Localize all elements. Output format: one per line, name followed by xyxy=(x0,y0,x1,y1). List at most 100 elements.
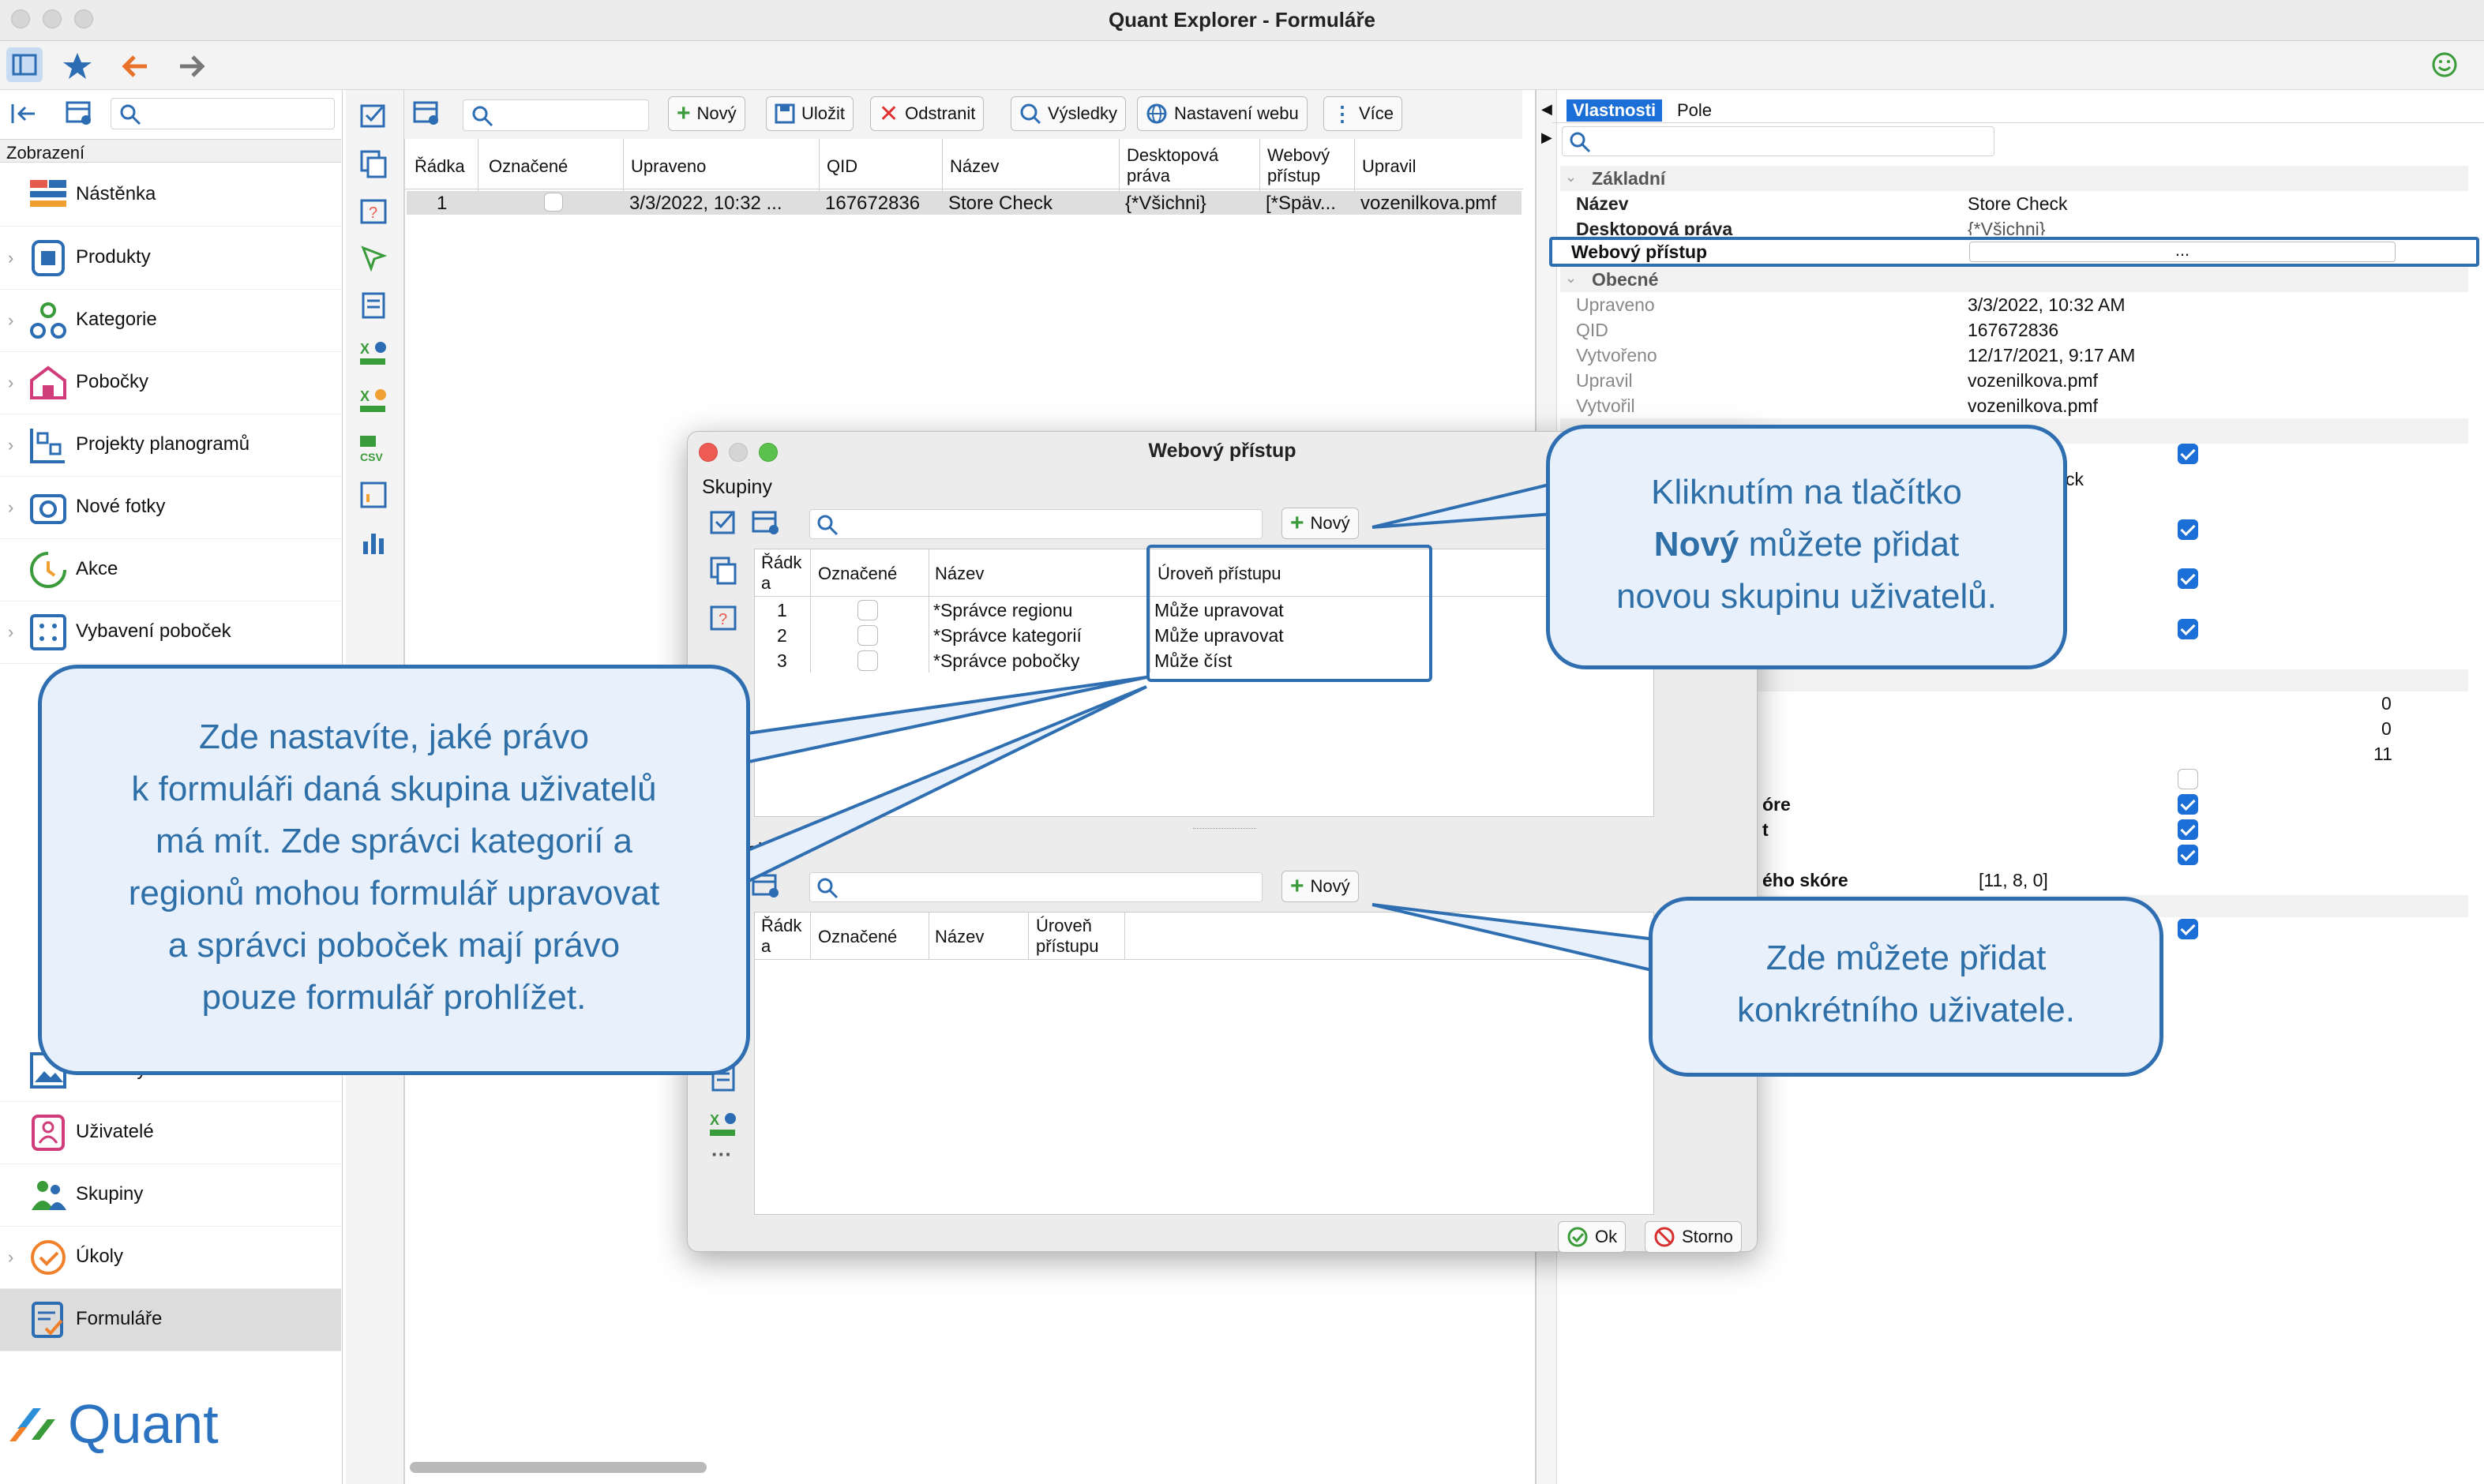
sidebar-item-akce[interactable]: Akce xyxy=(0,539,341,601)
ok-button[interactable]: Ok xyxy=(1558,1221,1627,1253)
column-header-name[interactable]: Název xyxy=(935,927,984,947)
prop-row-vytvoril[interactable]: Vytvořil vozenilkova.pmf xyxy=(1560,393,2465,418)
check-all-icon[interactable] xyxy=(358,101,390,133)
delete-button[interactable]: ✕ Odstranit xyxy=(870,96,985,131)
star-icon[interactable] xyxy=(62,51,93,82)
cursor-icon[interactable] xyxy=(358,243,390,275)
prop-row-qid[interactable]: QID 167672836 xyxy=(1560,317,2465,343)
prop-row-upraveno[interactable]: Upraveno 3/3/2022, 10:32 AM xyxy=(1560,292,2465,317)
save-button[interactable]: Uložit xyxy=(766,96,854,131)
column-header-qid[interactable]: QID xyxy=(827,156,857,177)
prop-checkbox[interactable] xyxy=(2178,794,2198,815)
sidebar-item-ukoly[interactable]: › Úkoly xyxy=(0,1227,341,1289)
row-checkbox[interactable] xyxy=(857,650,878,671)
back-arrow-icon[interactable] xyxy=(120,52,152,81)
sidebar-item-kategorie[interactable]: › Kategorie xyxy=(0,290,341,352)
cancel-button[interactable]: Storno xyxy=(1645,1221,1742,1253)
prop-checkbox[interactable] xyxy=(2178,919,2198,939)
horizontal-scrollbar[interactable] xyxy=(410,1462,707,1473)
chevron-left-icon[interactable]: ◀ xyxy=(1541,101,1552,118)
prop-row-vytvoreno[interactable]: Vytvořeno 12/17/2021, 9:17 AM xyxy=(1560,343,2465,368)
sidebar-item-produkty[interactable]: › Produkty xyxy=(0,227,341,290)
column-header-upravil[interactable]: Upravil xyxy=(1362,156,1416,177)
column-header-checked[interactable]: Označené xyxy=(818,564,897,584)
prop-row-upravil[interactable]: Upravil vozenilkova.pmf xyxy=(1560,368,2465,393)
row-checkbox[interactable] xyxy=(857,625,878,646)
column-header-radka[interactable]: Řádka xyxy=(415,156,465,177)
sidebar-item-uzivatele[interactable]: Uživatelé xyxy=(0,1102,341,1164)
sidebar-item-skupiny[interactable]: Skupiny xyxy=(0,1164,341,1227)
column-header-name[interactable]: Název xyxy=(935,564,984,584)
groups-new-button[interactable]: + Nový xyxy=(1281,508,1359,539)
prop-row-desktop[interactable]: Desktopová práva {*Všichni} xyxy=(1560,216,2465,235)
prop-checkbox[interactable] xyxy=(2178,845,2198,865)
prop-checkbox[interactable] xyxy=(2178,444,2198,464)
props-group-basic[interactable]: ⌄ Základní xyxy=(1560,166,2468,191)
button-label: Nový xyxy=(696,103,737,123)
collapse-tree-icon[interactable] xyxy=(9,99,38,128)
column-header-row[interactable]: Řádk a xyxy=(761,553,801,594)
row-checkbox[interactable] xyxy=(544,193,563,212)
sidebar-item-projekty-planogramu[interactable]: › Projekty planogramů xyxy=(0,414,341,477)
column-header-level[interactable]: Úroveň přístupu xyxy=(1036,916,1099,957)
csv-icon[interactable]: CSV xyxy=(358,433,390,464)
props-group-general[interactable]: ⌄ Obecné xyxy=(1560,267,2468,292)
tab-vlastnosti[interactable]: Vlastnosti xyxy=(1567,99,1663,122)
sidebar-item-nastenka[interactable]: Nástěnka xyxy=(0,164,341,227)
web-settings-button[interactable]: Nastavení webu xyxy=(1137,96,1308,131)
prop-checkbox[interactable] xyxy=(2178,619,2198,639)
split-pane-divider[interactable] xyxy=(1193,828,1256,834)
sidebar-item-vybaveni-pobocek[interactable]: › Vybavení poboček xyxy=(0,601,341,664)
sidebar-item-pobocky[interactable]: › Pobočky xyxy=(0,352,341,414)
copy-icon[interactable] xyxy=(358,148,390,180)
table-settings-icon[interactable] xyxy=(751,508,782,539)
prop-checkbox[interactable] xyxy=(2178,819,2198,840)
new-button[interactable]: + Nový xyxy=(668,96,745,131)
table-settings-icon[interactable] xyxy=(65,99,93,128)
users-new-button[interactable]: + Nový xyxy=(1281,871,1359,902)
help-icon[interactable]: ? xyxy=(358,196,390,227)
sidebar-item-nove-fotky[interactable]: › Nové fotky xyxy=(0,477,341,539)
column-header-nazev[interactable]: Název xyxy=(950,156,999,177)
excel-import-icon[interactable]: X xyxy=(358,385,390,417)
copy-icon[interactable] xyxy=(708,555,740,586)
check-all-icon[interactable] xyxy=(708,508,740,539)
list-search-input[interactable] xyxy=(463,99,649,131)
column-header-desktop-prava[interactable]: Desktopová práva xyxy=(1127,145,1253,186)
chart-icon[interactable] xyxy=(358,527,390,559)
chevron-right-icon[interactable]: ▶ xyxy=(1541,129,1552,146)
results-button[interactable]: Výsledky xyxy=(1011,96,1127,131)
forward-arrow-icon[interactable] xyxy=(175,52,207,81)
callout-text: Zde můžete přidat xyxy=(1765,939,2047,977)
more-horizontal-icon[interactable]: ··· xyxy=(711,1142,732,1167)
tab-pole[interactable]: Pole xyxy=(1671,99,1718,122)
prop-row-nazev[interactable]: Název Store Check xyxy=(1560,191,2465,216)
column-header-checked[interactable]: Označené xyxy=(818,927,897,947)
sidebar-item-formulare[interactable]: Formuláře xyxy=(0,1289,341,1351)
table-settings-icon[interactable] xyxy=(751,871,782,902)
sidebar-toggle-button[interactable] xyxy=(6,47,43,82)
help-icon[interactable]: ? xyxy=(708,602,740,634)
users-search-input[interactable] xyxy=(809,872,1263,902)
list-icon[interactable] xyxy=(358,290,390,322)
row-checkbox[interactable] xyxy=(857,600,878,620)
column-header-oznacene[interactable]: Označené xyxy=(489,156,568,177)
groups-search-input[interactable] xyxy=(809,509,1263,539)
report-icon[interactable] xyxy=(358,480,390,512)
sidebar-search-input[interactable] xyxy=(111,98,335,129)
column-header-row[interactable]: Řádk a xyxy=(761,916,801,957)
table-settings-icon[interactable] xyxy=(412,99,441,128)
prop-checkbox[interactable] xyxy=(2178,519,2198,540)
props-search-input[interactable] xyxy=(1562,126,1994,156)
excel-export-icon[interactable]: X xyxy=(358,338,390,369)
table-row[interactable]: 1 3/3/2022, 10:32 ... 167672836 Store Ch… xyxy=(407,191,1522,215)
column-header-webovy-pristup[interactable]: Webový přístup xyxy=(1267,145,1346,186)
smiley-icon[interactable] xyxy=(2430,51,2459,79)
column-header-upraveno[interactable]: Upraveno xyxy=(631,156,706,177)
web-access-edit-button[interactable]: ... xyxy=(1969,242,2396,262)
excel-export-icon[interactable]: X xyxy=(708,1109,740,1141)
more-button[interactable]: ⋮ Více xyxy=(1323,96,1403,131)
prop-checkbox[interactable] xyxy=(2178,769,2198,789)
prop-checkbox[interactable] xyxy=(2178,568,2198,589)
prop-row-webovy-pristup[interactable]: Webový přístup ... xyxy=(1549,237,2479,267)
